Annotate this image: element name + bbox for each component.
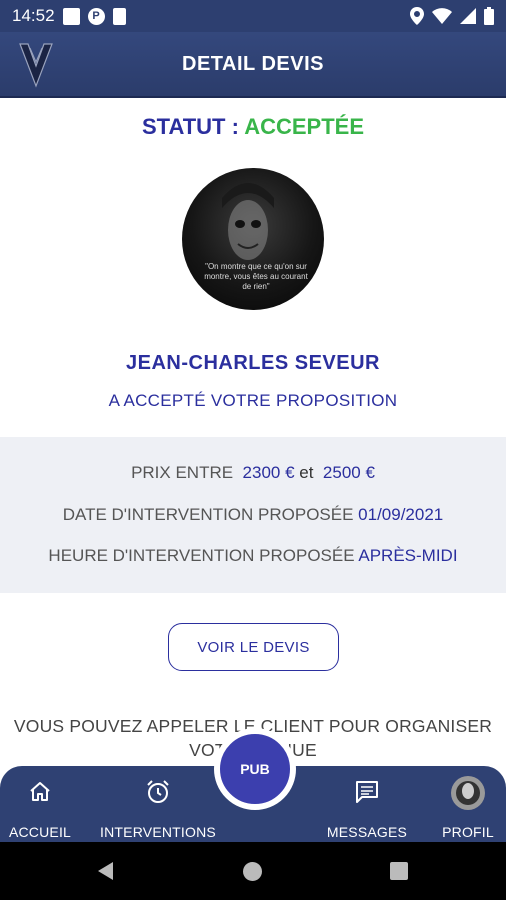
profile-avatar-icon — [451, 776, 485, 810]
app-logo-icon[interactable] — [16, 42, 56, 88]
nav-interventions-label: INTERVENTIONS — [100, 824, 216, 840]
home-icon — [26, 778, 54, 806]
nav-interventions[interactable]: INTERVENTIONS — [100, 766, 216, 842]
notification-icon — [62, 7, 80, 25]
messages-icon — [353, 778, 381, 806]
battery-icon — [484, 7, 494, 25]
home-circle-icon[interactable] — [243, 862, 262, 881]
nav-messages[interactable]: MESSAGES — [326, 766, 408, 842]
time-row: HEURE D'INTERVENTION PROPOSÉE APRÈS-MIDI — [0, 546, 506, 566]
quote-status: STATUT : ACCEPTÉE — [0, 114, 506, 140]
price-max: 2500 € — [322, 463, 375, 482]
time-value: APRÈS-MIDI — [358, 546, 458, 565]
acceptance-message: A ACCEPTÉ VOTRE PROPOSITION — [108, 391, 398, 410]
date-label: DATE D'INTERVENTION PROPOSÉE — [62, 505, 354, 524]
sd-card-icon — [112, 7, 126, 25]
app-notification-icon: P — [87, 7, 105, 25]
status-value: ACCEPTÉE — [244, 114, 365, 139]
nav-messages-label: MESSAGES — [326, 824, 408, 840]
nav-accueil-label: ACCUEIL — [8, 824, 72, 840]
pub-button[interactable]: PUB — [214, 728, 296, 810]
price-min: 2300 € — [242, 463, 295, 482]
system-nav-bar — [0, 842, 506, 900]
quote-details: PRIX ENTRE 2300 € et 2500 € DATE D'INTER… — [0, 437, 506, 593]
price-and: et — [299, 463, 314, 482]
avatar-quote: "On montre que ce qu'on sur montre, vous… — [204, 262, 308, 291]
location-icon — [410, 7, 424, 25]
date-value: 01/09/2021 — [358, 505, 444, 524]
date-row: DATE D'INTERVENTION PROPOSÉE 01/09/2021 — [0, 505, 506, 525]
signal-icon — [460, 8, 476, 24]
time-label: HEURE D'INTERVENTION PROPOSÉE — [48, 546, 355, 565]
price-row: PRIX ENTRE 2300 € et 2500 € — [0, 463, 506, 483]
client-name: JEAN-CHARLES SEVEUR — [126, 352, 380, 374]
view-quote-button[interactable]: VOIR LE DEVIS — [168, 623, 339, 671]
nav-accueil[interactable]: ACCUEIL — [8, 766, 72, 842]
client-avatar: "On montre que ce qu'on sur montre, vous… — [182, 168, 324, 310]
alarm-clock-icon — [144, 778, 172, 806]
price-label: PRIX ENTRE — [131, 463, 234, 482]
clock: 14:52 — [12, 6, 55, 25]
status-label: STATUT : — [141, 114, 239, 139]
page-title: DETAIL DEVIS — [182, 52, 324, 75]
nav-profil-label: PROFIL — [442, 824, 494, 840]
wifi-icon — [432, 8, 452, 24]
app-bar: DETAIL DEVIS — [0, 32, 506, 98]
status-bar: 14:52 P — [0, 0, 506, 32]
recents-icon[interactable] — [390, 862, 408, 880]
back-icon[interactable] — [98, 862, 113, 880]
nav-profil[interactable]: PROFIL — [438, 766, 498, 842]
